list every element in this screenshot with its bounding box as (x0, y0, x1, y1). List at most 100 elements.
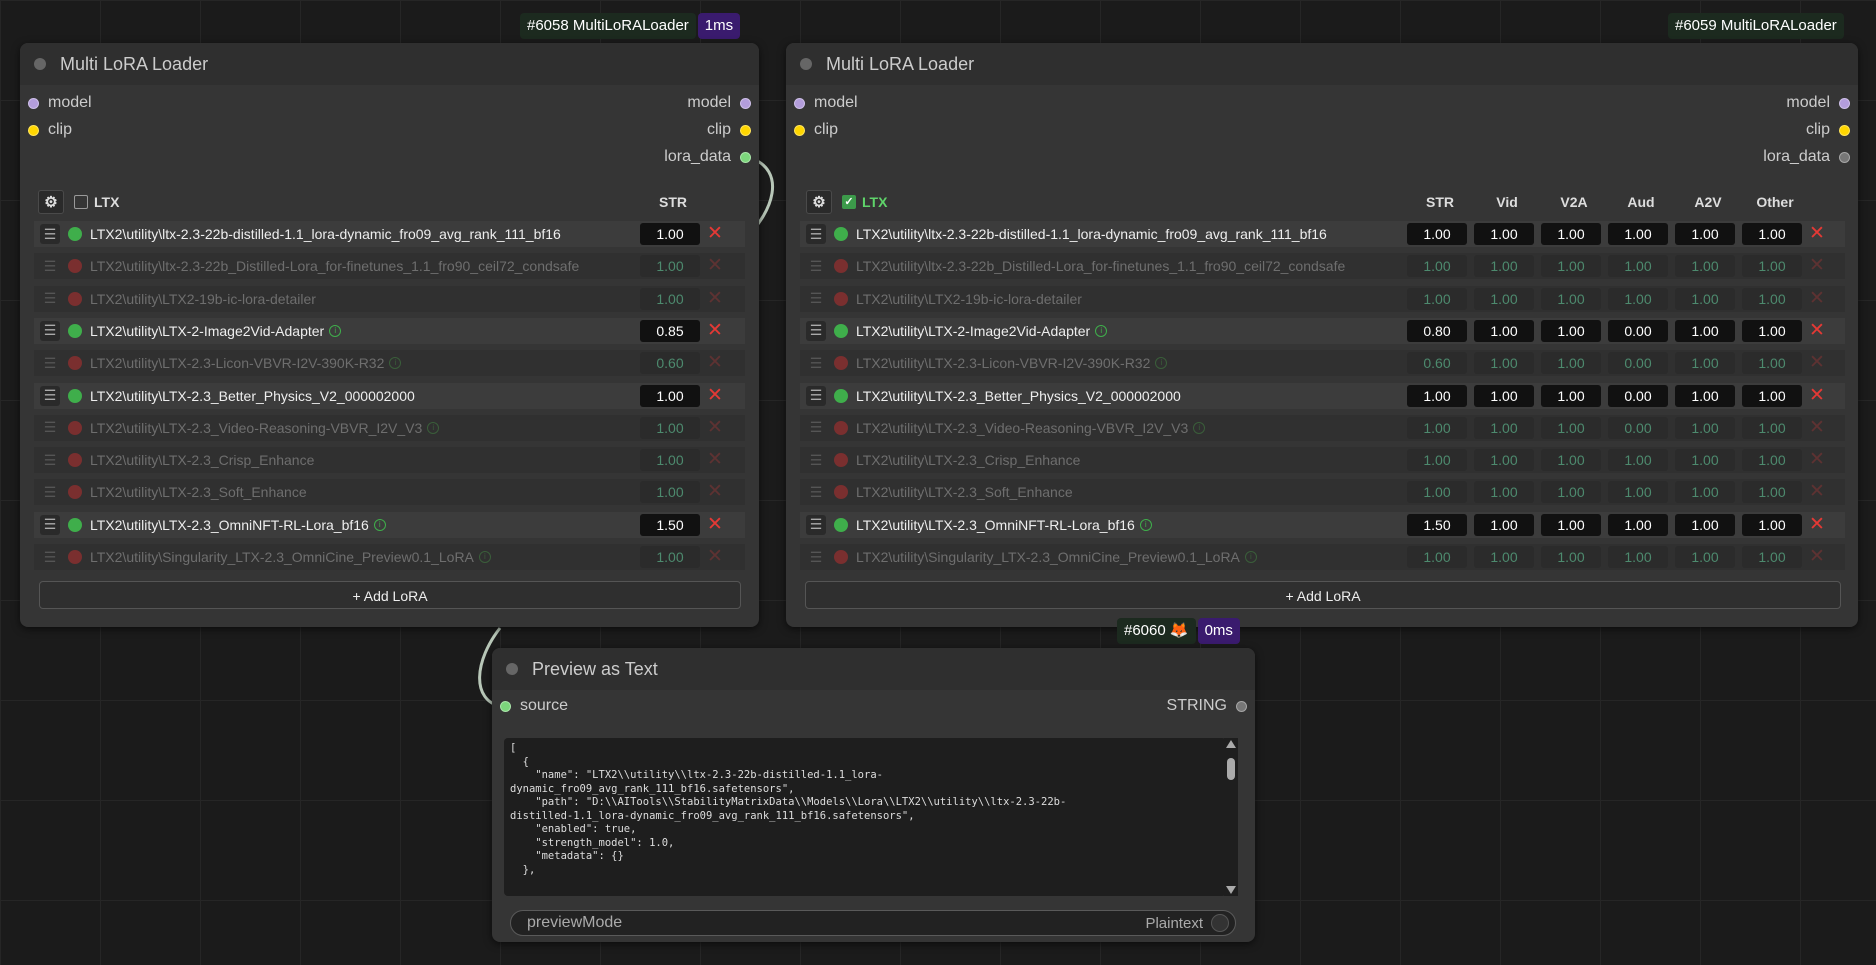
drag-handle-icon[interactable]: ☰ (806, 289, 826, 309)
lora-name[interactable]: LTX2\utility\Singularity_LTX-2.3_OmniCin… (856, 549, 1240, 565)
lora-name[interactable]: LTX2\utility\LTX-2.3_Better_Physics_V2_0… (90, 388, 415, 404)
remove-lora-icon[interactable]: ✕ (1807, 449, 1827, 471)
slot-dot-icon[interactable] (740, 97, 751, 109)
remove-lora-icon[interactable]: ✕ (705, 449, 725, 471)
lora-name[interactable]: LTX2\utility\ltx-2.3-22b_Distilled-Lora_… (90, 258, 579, 274)
drag-handle-icon[interactable]: ☰ (40, 450, 60, 470)
slot-dot-icon[interactable] (740, 124, 751, 136)
strength-input-str[interactable]: 1.00 (1407, 255, 1467, 278)
remove-lora-icon[interactable]: ✕ (1807, 223, 1827, 245)
multi-lora-loader-node[interactable]: Multi LoRA Loader model clip model clip lora… (20, 43, 759, 627)
slot-dot-icon[interactable] (28, 97, 39, 109)
toggle-dot[interactable] (68, 356, 82, 371)
lora-name[interactable]: LTX2\utility\Singularity_LTX-2.3_OmniCin… (90, 549, 474, 565)
slot-dot-icon[interactable] (1839, 151, 1850, 163)
strength-input-a2v[interactable]: 1.00 (1675, 481, 1735, 504)
remove-lora-icon[interactable]: ✕ (705, 417, 725, 439)
lora-name[interactable]: LTX2\utility\LTX-2-Image2Vid-Adapter (856, 323, 1090, 339)
strength-input-str[interactable]: 1.00 (1407, 223, 1467, 245)
drag-handle-icon[interactable]: ☰ (806, 547, 826, 567)
strength-input-vid[interactable]: 1.00 (1474, 546, 1534, 568)
strength-input-aud[interactable]: 0.00 (1608, 319, 1668, 342)
toggle-dot[interactable] (68, 259, 82, 274)
output-slot-model[interactable]: model (1786, 92, 1850, 114)
lora-row[interactable]: ☰ LTX2\utility\Singularity_LTX-2.3_OmniCi… (34, 544, 745, 570)
remove-lora-icon[interactable]: ✕ (1807, 385, 1827, 407)
strength-input-v2a[interactable]: 1.00 (1541, 255, 1601, 278)
toggle-dot[interactable] (834, 420, 848, 435)
strength-input-vid[interactable]: 1.00 (1474, 287, 1534, 310)
preview-mode-toggle[interactable]: previewMode Plaintext (510, 910, 1236, 936)
remove-lora-icon[interactable]: ✕ (1807, 481, 1827, 503)
lora-name[interactable]: LTX2\utility\LTX2-19b-ic-lora-detailer (90, 291, 316, 307)
toggle-dot[interactable] (834, 259, 848, 274)
input-slot-model[interactable]: model (794, 92, 858, 114)
strength-input-str[interactable]: 1.00 (640, 481, 700, 504)
strength-input-str[interactable]: 1.00 (640, 223, 700, 245)
lora-row[interactable]: ☰ LTX2\utility\LTX-2-Image2Vid-Adapter i 0.… (800, 317, 1845, 344)
drag-handle-icon[interactable]: ☰ (40, 289, 60, 309)
collapse-dot-icon[interactable] (506, 663, 518, 675)
output-slot-string[interactable]: STRING (1167, 695, 1247, 717)
output-slot-model[interactable]: model (687, 92, 751, 114)
strength-input-other[interactable]: 1.00 (1742, 481, 1802, 504)
remove-lora-icon[interactable]: ✕ (705, 320, 725, 342)
strength-input-v2a[interactable]: 1.00 (1541, 513, 1601, 536)
lora-row[interactable]: ☰ LTX2\utility\ltx-2.3-22b-distilled-1.1_… (34, 221, 745, 247)
drag-handle-icon[interactable]: ☰ (40, 385, 60, 406)
multi-lora-loader-node[interactable]: Multi LoRA Loader model clip model clip lora… (786, 43, 1858, 627)
toggle-dot[interactable] (68, 291, 82, 306)
lora-name[interactable]: LTX2\utility\LTX-2-Image2Vid-Adapter (90, 323, 324, 339)
strength-input-other[interactable]: 1.00 (1742, 287, 1802, 310)
lora-name[interactable]: LTX2\utility\LTX-2.3_Video-Reasoning-VBV… (856, 420, 1188, 436)
scroll-thumb[interactable] (1227, 758, 1235, 780)
preview-text-area[interactable]: [ { "name": "LTX2\\utility\\ltx-2.3-22b-… (504, 738, 1226, 896)
strength-input-v2a[interactable]: 1.00 (1541, 352, 1601, 375)
lora-row[interactable]: ☰ LTX2\utility\LTX-2.3_Better_Physics_V2_… (34, 382, 745, 409)
strength-input-v2a[interactable]: 1.00 (1541, 319, 1601, 342)
toggle-dot[interactable] (834, 356, 848, 371)
strength-input-aud[interactable]: 1.00 (1608, 255, 1668, 278)
strength-input-aud[interactable]: 0.00 (1608, 384, 1668, 407)
lora-name[interactable]: LTX2\utility\LTX2-19b-ic-lora-detailer (856, 291, 1082, 307)
slot-dot-icon[interactable] (1839, 124, 1850, 136)
strength-input-a2v[interactable]: 1.00 (1675, 449, 1735, 472)
remove-lora-icon[interactable]: ✕ (705, 288, 725, 310)
strength-input-aud[interactable]: 1.00 (1608, 287, 1668, 310)
toggle-dot[interactable] (834, 485, 848, 500)
strength-input-a2v[interactable]: 1.00 (1675, 352, 1735, 375)
lora-row[interactable]: ☰ LTX2\utility\LTX-2.3_Soft_Enhance 1.00 ✕ (34, 479, 745, 506)
drag-handle-icon[interactable]: ☰ (40, 547, 60, 567)
strength-input-a2v[interactable]: 1.00 (1675, 384, 1735, 407)
slot-dot-icon[interactable] (740, 151, 751, 163)
strength-input-str[interactable]: 1.50 (640, 513, 700, 536)
toggle-all-checkbox[interactable] (74, 195, 88, 209)
strength-input-a2v[interactable]: 1.00 (1675, 287, 1735, 310)
strength-input-a2v[interactable]: 1.00 (1675, 319, 1735, 342)
output-slot-lora_data[interactable]: lora_data (664, 146, 751, 168)
strength-input-vid[interactable]: 1.00 (1474, 384, 1534, 407)
toggle-dot[interactable] (834, 550, 848, 564)
strength-input-str[interactable]: 1.00 (1407, 416, 1467, 439)
strength-input-str[interactable]: 1.00 (640, 287, 700, 310)
info-icon[interactable]: i (329, 324, 342, 337)
preview-as-text-node[interactable]: Preview as Text source STRING [ { "name"… (492, 648, 1255, 942)
drag-handle-icon[interactable]: ☰ (806, 482, 826, 502)
lora-name[interactable]: LTX2\utility\LTX-2.3_Soft_Enhance (90, 484, 307, 500)
lora-name[interactable]: LTX2\utility\LTX-2.3_Soft_Enhance (856, 484, 1073, 500)
lora-row[interactable]: ☰ LTX2\utility\LTX-2.3_Video-Reasoning-VB… (34, 414, 745, 441)
slot-dot-icon[interactable] (794, 124, 805, 136)
strength-input-v2a[interactable]: 1.00 (1541, 449, 1601, 472)
remove-lora-icon[interactable]: ✕ (1807, 417, 1827, 439)
toggle-dot[interactable] (68, 550, 82, 564)
strength-input-aud[interactable]: 1.00 (1608, 223, 1668, 245)
strength-input-aud[interactable]: 0.00 (1608, 352, 1668, 375)
scroll-up-icon[interactable] (1226, 740, 1236, 748)
lora-name[interactable]: LTX2\utility\LTX-2.3_Crisp_Enhance (90, 452, 314, 468)
remove-lora-icon[interactable]: ✕ (705, 255, 725, 277)
drag-handle-icon[interactable]: ☰ (806, 320, 826, 341)
strength-input-vid[interactable]: 1.00 (1474, 416, 1534, 439)
strength-input-str[interactable]: 1.00 (640, 384, 700, 407)
drag-handle-icon[interactable]: ☰ (40, 256, 60, 276)
gear-icon[interactable]: ⚙ (806, 190, 832, 214)
